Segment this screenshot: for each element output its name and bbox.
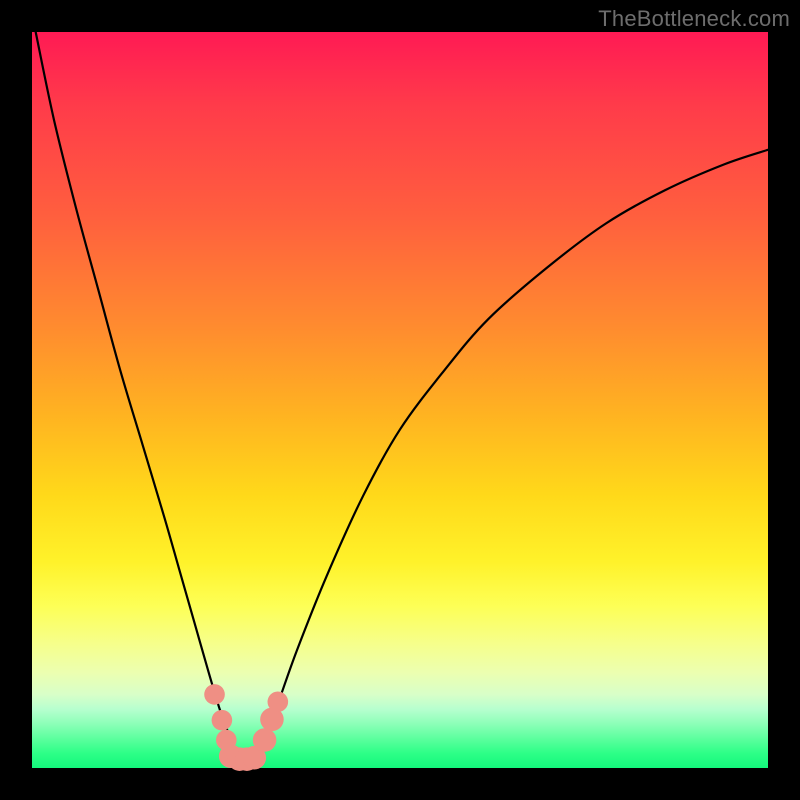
plot-area [32,32,768,768]
data-marker [268,691,289,712]
data-marker [204,684,225,705]
data-marker [253,728,277,752]
bottleneck-curve [36,32,768,761]
outer-frame: TheBottleneck.com [0,0,800,800]
markers-group [204,684,288,771]
data-marker [212,710,233,731]
watermark-text: TheBottleneck.com [598,6,790,32]
chart-svg [32,32,768,768]
